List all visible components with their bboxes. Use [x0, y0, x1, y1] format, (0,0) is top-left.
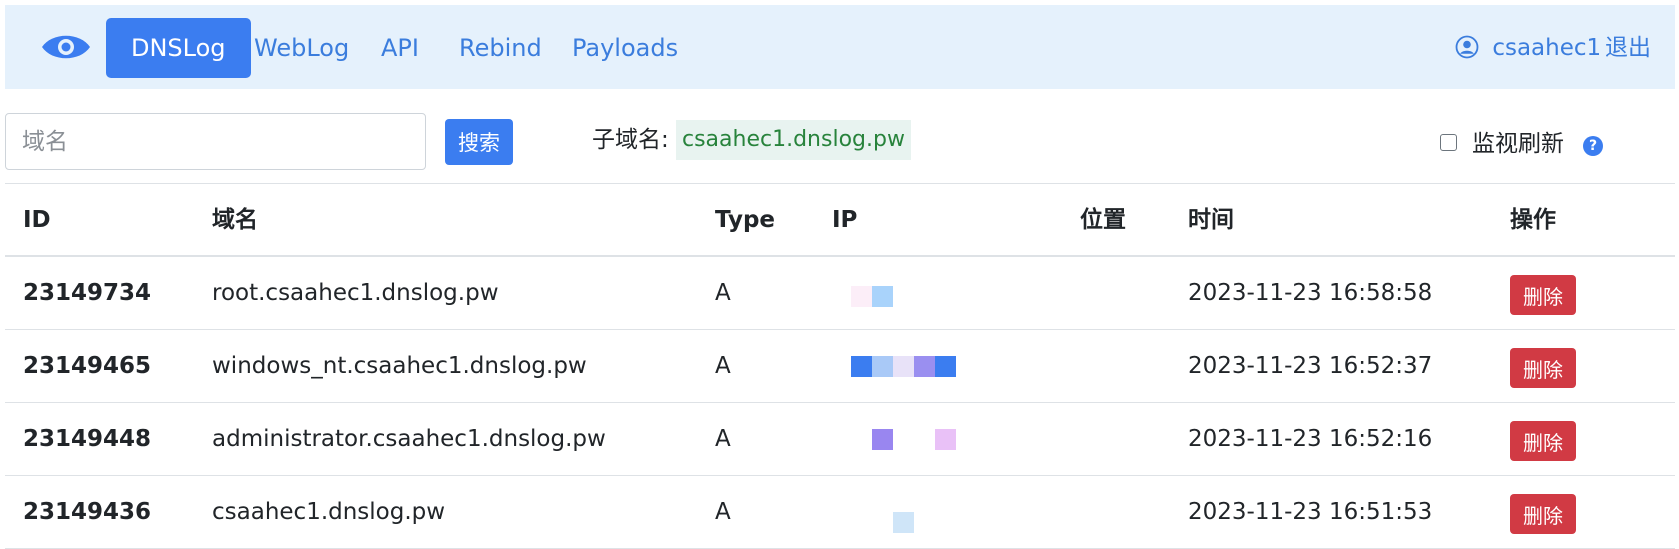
watch-refresh-checkbox[interactable] [1440, 134, 1457, 151]
column-header-type: Type [715, 207, 776, 233]
record-type: A [715, 499, 731, 525]
question-circle-icon[interactable]: ? [1583, 136, 1603, 156]
table-row: 23149734 root.csaahec1.dnslog.pw A 2023-… [5, 257, 1675, 330]
table-row: 23149448 administrator.csaahec1.dnslog.p… [5, 403, 1675, 476]
column-header-action: 操作 [1510, 207, 1556, 233]
domain-search-input[interactable] [5, 113, 426, 170]
record-id: 23149448 [23, 426, 152, 452]
record-time: 2023-11-23 16:58:58 [1188, 280, 1433, 306]
record-id: 23149734 [23, 280, 152, 306]
subdomain-label: 子域名: [592, 127, 669, 153]
subdomain-value: csaahec1.dnslog.pw [676, 120, 911, 160]
column-header-ip: IP [832, 207, 858, 233]
record-domain: windows_nt.csaahec1.dnslog.pw [212, 353, 587, 379]
record-time: 2023-11-23 16:52:37 [1188, 353, 1433, 379]
delete-button[interactable]: 删除 [1510, 275, 1576, 315]
record-type: A [715, 280, 731, 306]
record-id: 23149465 [23, 353, 152, 379]
column-header-id: ID [23, 207, 51, 233]
record-id: 23149436 [23, 499, 152, 525]
logout-link[interactable]: 退出 [1605, 18, 1651, 78]
delete-button[interactable]: 删除 [1510, 348, 1576, 388]
user-circle-icon [1455, 35, 1492, 61]
column-header-time: 时间 [1188, 207, 1234, 233]
nav-weblog[interactable]: WebLog [254, 18, 349, 78]
table-row: 23149465 windows_nt.csaahec1.dnslog.pw A… [5, 330, 1675, 403]
watch-refresh-label: 监视刷新 [1472, 131, 1564, 157]
table-header: ID 域名 Type IP 位置 时间 操作 [5, 184, 1675, 257]
record-domain: administrator.csaahec1.dnslog.pw [212, 426, 606, 452]
column-header-location: 位置 [1080, 207, 1126, 233]
delete-button[interactable]: 删除 [1510, 494, 1576, 534]
record-domain: root.csaahec1.dnslog.pw [212, 280, 499, 306]
table-row: 23149436 csaahec1.dnslog.pw A 2023-11-23… [5, 476, 1675, 549]
user-menu[interactable]: csaahec1 [1455, 18, 1601, 78]
record-time: 2023-11-23 16:52:16 [1188, 426, 1433, 452]
record-type: A [715, 426, 731, 452]
column-header-domain: 域名 [212, 207, 258, 233]
username: csaahec1 [1492, 35, 1602, 61]
dns-records-table: ID 域名 Type IP 位置 时间 操作 23149734 root.csa… [5, 184, 1675, 549]
nav-rebind[interactable]: Rebind [459, 18, 542, 78]
delete-button[interactable]: 删除 [1510, 421, 1576, 461]
nav-payloads[interactable]: Payloads [572, 18, 678, 78]
top-navbar: DNSLog WebLog API Rebind Payloads csaahe… [5, 5, 1675, 89]
nav-dnslog[interactable]: DNSLog [106, 18, 251, 78]
record-type: A [715, 353, 731, 379]
record-time: 2023-11-23 16:51:53 [1188, 499, 1433, 525]
eye-icon[interactable] [40, 27, 92, 67]
record-domain: csaahec1.dnslog.pw [212, 499, 446, 525]
nav-api[interactable]: API [381, 18, 419, 78]
search-button[interactable]: 搜索 [445, 119, 513, 165]
